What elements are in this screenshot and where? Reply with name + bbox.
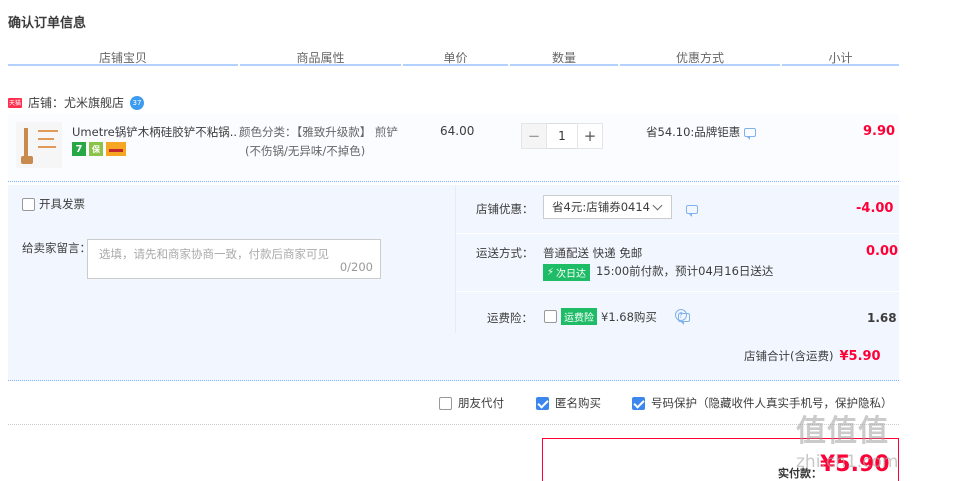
header-underline [403, 64, 508, 66]
watermark-logo: 值值值 [796, 414, 889, 449]
message-counter: 0/200 [339, 260, 373, 274]
col-header-attributes: 商品属性 [296, 51, 345, 65]
delivery-estimate: 15:00前付款，预计04月16日送达 [596, 264, 774, 278]
col-header-price: 单价 [443, 51, 468, 65]
shop-chat-badge-icon[interactable]: 37 [130, 95, 145, 110]
anonymous-buy-option[interactable]: 匿名购买 [536, 395, 601, 411]
invoice-checkbox[interactable] [22, 197, 35, 211]
message-label: 给卖家留言： [22, 241, 91, 255]
shop-total-label: 店铺合计(含运费) [744, 349, 834, 363]
product-attribute-note: (不伤锅/无异味/不掉色) [245, 144, 366, 158]
service-tags: 7 保 [72, 142, 126, 156]
next-day-badge: ⚡ 次日达 [543, 264, 591, 281]
col-header-product: 店铺宝贝 [98, 51, 147, 65]
shop-total-amount: ¥5.90 [839, 348, 881, 364]
product-attribute: 颜色分类：【雅致升级款】 煎铲 [239, 125, 398, 139]
shop-total: 店铺合计(含运费) ¥5.90 [744, 348, 881, 364]
item-subtotal: 9.90 [863, 124, 896, 139]
guarantee-icon[interactable]: 保 [89, 142, 103, 156]
header-underline [240, 64, 401, 66]
divider [8, 424, 899, 425]
invoice-option[interactable]: 开具发票 [22, 196, 85, 212]
watermark-site: zhi.ch1.com [796, 452, 899, 472]
anonymous-buy-checkbox[interactable] [536, 396, 549, 410]
header-underline [8, 64, 238, 66]
seven-day-return-icon[interactable]: 7 [72, 142, 86, 156]
shipping-label: 运送方式： [476, 246, 534, 260]
shipping-amount: 0.00 [866, 244, 899, 259]
insurance-amount: 1.68 [867, 311, 897, 325]
invoice-label: 开具发票 [39, 197, 85, 211]
number-protect-checkbox[interactable] [632, 396, 645, 410]
spatula-head-shape [21, 156, 33, 164]
quantity-stepper: − 1 + [521, 123, 603, 149]
header-underline [782, 64, 899, 66]
insurance-label: 运费险： [487, 311, 533, 325]
col-header-quantity: 数量 [551, 51, 576, 65]
comment-icon[interactable] [686, 205, 698, 217]
shop-coupon-select[interactable]: 省4元:店铺券0414 [543, 195, 672, 219]
header-underline [620, 64, 780, 66]
unit-price: 64.00 [440, 124, 475, 138]
comment-icon[interactable] [744, 127, 757, 140]
message-placeholder: 选填，请先和商家协商一致，付款后商家可见 [99, 247, 329, 261]
discount-text: 省54.10:品牌钜惠 [646, 125, 741, 139]
shop-coupon-amount: -4.00 [856, 201, 894, 216]
credit-card-icon[interactable] [106, 142, 126, 156]
page-title: 确认订单信息 [8, 16, 87, 31]
lightning-icon: ⚡ [547, 267, 555, 278]
col-header-discount: 优惠方式 [675, 51, 724, 65]
shop-row: 天猫 店铺：尤米旗舰店 37 [8, 94, 145, 111]
anonymous-buy-label: 匿名购买 [555, 396, 601, 410]
discount-method: 省54.10:品牌钜惠 [646, 124, 757, 140]
header-underline [510, 64, 618, 66]
shop-coupon-value: 省4元:店铺券0414 [552, 200, 650, 214]
quantity-input[interactable]: 1 [547, 123, 577, 149]
tmall-logo-icon: 天猫 [8, 97, 22, 108]
insurance-badge: 运费险 [561, 308, 597, 325]
friend-pay-checkbox[interactable] [439, 396, 452, 410]
friend-pay-option[interactable]: 朋友代付 [439, 395, 504, 411]
insurance-checkbox[interactable] [544, 310, 557, 323]
product-name-link[interactable]: Umetre锅铲木柄硅胶铲不粘锅... [72, 124, 237, 140]
friend-pay-label: 朋友代付 [458, 396, 504, 410]
quantity-plus-button[interactable]: + [577, 123, 603, 149]
insurance-option[interactable]: 运费险 ¥1.68购买 [544, 308, 657, 325]
product-thumbnail[interactable] [16, 122, 62, 168]
col-header-subtotal: 小计 [828, 51, 853, 65]
quantity-minus-button[interactable]: − [521, 123, 547, 149]
shop-coupon-label: 店铺优惠： [476, 202, 534, 216]
help-icon[interactable]: ? [675, 309, 687, 321]
insurance-price: ¥1.68购买 [601, 309, 657, 324]
chevron-down-icon [652, 200, 663, 211]
shipping-method: 普通配送 快递 免邮 [543, 246, 643, 260]
seller-message-input[interactable]: 选填，请先和商家协商一致，付款后商家可见 0/200 [87, 239, 381, 279]
shop-name[interactable]: 店铺：尤米旗舰店 [28, 94, 124, 111]
